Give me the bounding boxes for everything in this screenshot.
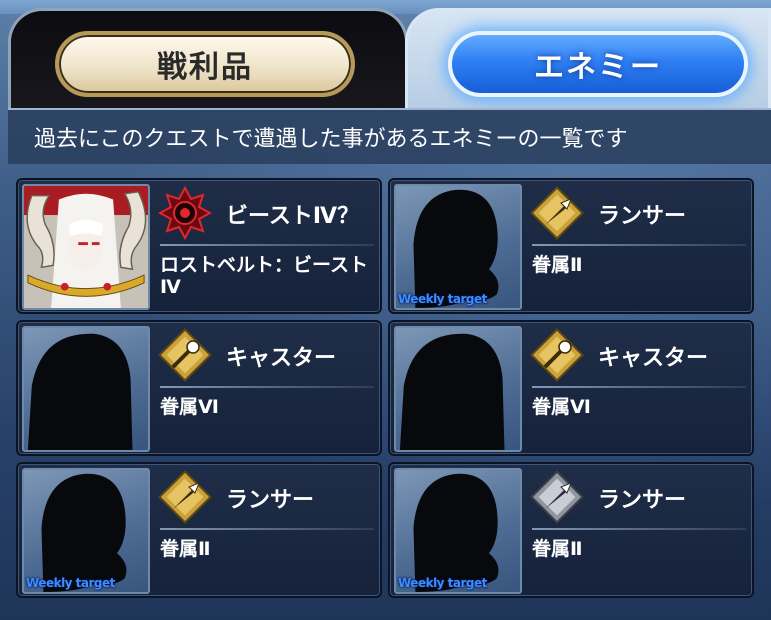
class-name: キャスター: [226, 346, 337, 371]
card-divider: [532, 244, 746, 246]
card-divider: [532, 528, 746, 530]
caster-class-icon: [530, 328, 584, 382]
lancer-class-icon: [158, 470, 212, 524]
enemy-grid: ビーストⅣ？ ロストベルト：ビーストⅣ Weekly target ランサー 眷…: [16, 178, 756, 598]
enemy-portrait: Weekly target: [22, 468, 150, 594]
weekly-target-label: Weekly target: [26, 576, 115, 590]
loot-tab-button[interactable]: 戦利品: [55, 31, 355, 97]
lancer-silver-class-icon: [530, 470, 584, 524]
enemy-tab-label: エネミー: [534, 50, 662, 85]
enemy-portrait: [22, 326, 150, 452]
silhouette-art: [413, 473, 499, 592]
loot-tab-label: 戦利品: [157, 50, 253, 85]
enemy-list-screen: 戦利品 エネミー 過去にこのクエストで遭遇した事があるエネミーの一覧です ビース…: [0, 0, 771, 620]
beast-class-icon: [158, 186, 212, 240]
card-divider: [532, 386, 746, 388]
beast-portrait-art: [24, 186, 148, 308]
enemy-card[interactable]: Weekly target ランサー 眷属Ⅱ: [16, 462, 382, 598]
enemy-portrait: Weekly target: [394, 468, 522, 594]
class-name: ビーストⅣ？: [226, 204, 360, 229]
lancer-class-icon: [530, 186, 584, 240]
card-divider: [160, 244, 374, 246]
enemy-name: 眷属Ⅱ: [532, 538, 583, 560]
class-name: ランサー: [226, 488, 315, 513]
enemy-portrait: [22, 184, 150, 310]
enemy-card[interactable]: キャスター 眷属Ⅵ: [16, 320, 382, 456]
enemy-portrait: [394, 326, 522, 452]
silhouette-art: [41, 473, 127, 592]
enemy-name: ロストベルト：ビーストⅣ: [160, 254, 369, 298]
enemy-name: 眷属Ⅵ: [532, 396, 591, 418]
weekly-target-label: Weekly target: [398, 576, 487, 590]
enemy-card[interactable]: Weekly target ランサー 眷属Ⅱ: [388, 462, 754, 598]
enemy-portrait: Weekly target: [394, 184, 522, 310]
caster-class-icon: [158, 328, 212, 382]
enemy-name: 眷属Ⅵ: [160, 396, 219, 418]
card-divider: [160, 528, 374, 530]
enemy-card[interactable]: Weekly target ランサー 眷属Ⅱ: [388, 178, 754, 314]
enemy-name: 眷属Ⅱ: [532, 254, 583, 276]
class-name: ランサー: [598, 488, 687, 513]
description-text: 過去にこのクエストで遭遇した事があるエネミーの一覧です: [8, 108, 771, 164]
tab-loot[interactable]: 戦利品: [8, 8, 408, 108]
silhouette-art: [413, 189, 499, 308]
class-name: キャスター: [598, 346, 709, 371]
tab-enemy[interactable]: エネミー: [405, 8, 771, 108]
silhouette-art: [399, 333, 505, 450]
weekly-target-label: Weekly target: [398, 292, 487, 306]
silhouette-art: [27, 333, 133, 450]
class-name: ランサー: [598, 204, 687, 229]
enemy-name: 眷属Ⅱ: [160, 538, 211, 560]
card-divider: [160, 386, 374, 388]
enemy-card[interactable]: ビーストⅣ？ ロストベルト：ビーストⅣ: [16, 178, 382, 314]
enemy-card[interactable]: キャスター 眷属Ⅵ: [388, 320, 754, 456]
enemy-tab-button[interactable]: エネミー: [448, 31, 748, 97]
